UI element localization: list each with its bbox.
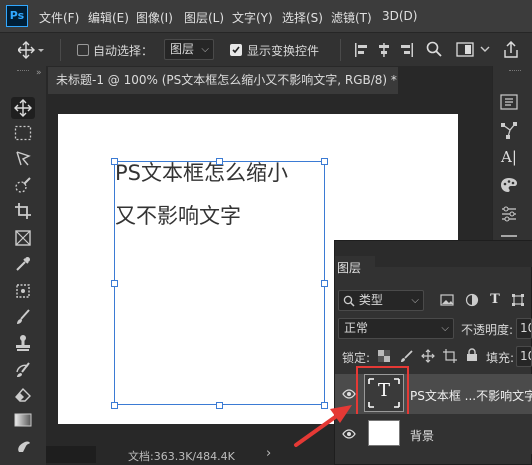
history-panel-icon[interactable] [499, 92, 519, 112]
chevron-down-icon: ⌵ [201, 44, 209, 55]
auto-select-target-dropdown[interactable]: 图层 ⌵ [164, 39, 214, 60]
paths-panel-icon[interactable] [499, 120, 519, 140]
annotation-arrow [294, 405, 352, 447]
menu-filter[interactable]: 滤镜(T) [331, 9, 372, 26]
align-left-edges-icon[interactable] [354, 42, 368, 58]
lock-position-icon[interactable] [421, 349, 435, 363]
auto-select-label: 自动选择： [93, 44, 154, 58]
transform-handle-top-left[interactable] [111, 158, 118, 165]
layer-name-background[interactable]: 背景 [410, 427, 434, 444]
zoom-field[interactable] [46, 446, 96, 463]
background-layer-thumbnail [368, 420, 400, 446]
lock-artboard-icon[interactable] [443, 349, 457, 363]
layers-tab[interactable]: 图层 [337, 259, 361, 276]
lock-label: 锁定: [342, 351, 371, 365]
chevron-down-icon: ⌵ [441, 323, 449, 334]
status-menu-arrow[interactable]: › [266, 446, 271, 461]
gradient-icon[interactable] [11, 409, 35, 431]
align-horizontal-centers-icon[interactable] [377, 42, 391, 58]
healing-brush-icon[interactable] [11, 280, 35, 302]
character-panel-icon[interactable]: A| [499, 147, 519, 167]
filter-shape-layer-icon[interactable] [511, 293, 525, 307]
transform-handle-bottom-left[interactable] [111, 402, 118, 409]
fill-value: 10 [520, 349, 531, 363]
eyedropper-icon[interactable] [11, 253, 35, 275]
auto-select-target-value: 图层 [170, 42, 195, 56]
show-transform-label: 显示变换控件 [247, 44, 320, 58]
opacity-input[interactable]: 10 [516, 318, 532, 339]
fill-input[interactable]: 10 [516, 346, 532, 367]
search-icon [343, 295, 355, 307]
move-tool-preset-icon[interactable] [18, 40, 44, 60]
photoshop-logo: Ps [6, 5, 28, 27]
blend-mode-dropdown[interactable]: 正常 ⌵ [338, 318, 454, 339]
filter-type-layer-icon[interactable]: T [488, 292, 502, 307]
filter-pixel-layer-icon[interactable] [440, 293, 454, 307]
crop-icon[interactable] [11, 200, 35, 222]
menu-file[interactable]: 文件(F) [39, 9, 79, 26]
smudge-icon[interactable] [11, 434, 35, 456]
chevron-down-icon[interactable] [480, 46, 490, 53]
move-tool-icon[interactable] [11, 97, 35, 119]
collapse-icon[interactable]: » [36, 68, 42, 78]
menu-bar: Ps 文件(F) 编辑(E) 图像(I) 图层(L) 文字(Y) 选择(S) 滤… [0, 0, 532, 32]
lock-image-pixels-icon[interactable] [399, 349, 413, 363]
transform-handle-bottom-center[interactable] [216, 402, 223, 409]
document-tab[interactable]: 未标题-1 @ 100% (PS文本框怎么缩小又不影响文字, RGB/8) * … [48, 67, 398, 94]
marquee-icon[interactable] [11, 122, 35, 144]
menu-layer[interactable]: 图层(L) [184, 9, 224, 26]
filter-adjustment-layer-icon[interactable] [465, 293, 479, 307]
transform-handle-top-right[interactable] [321, 158, 328, 165]
document-size-info: 文档:363.3K/484.4K [128, 450, 235, 463]
panel-grip [509, 70, 521, 72]
menu-type[interactable]: 文字(Y) [232, 9, 273, 26]
opacity-value: 10 [520, 321, 531, 335]
text-bounding-box[interactable] [114, 161, 325, 405]
show-transform-checkbox[interactable] [230, 44, 242, 56]
adjustments-panel-icon[interactable] [499, 204, 519, 224]
options-bar: 自动选择： 图层 ⌵ 显示变换控件 [0, 32, 532, 66]
history-brush-icon[interactable] [11, 358, 35, 380]
chevron-down-icon: ⌵ [411, 295, 419, 306]
lasso-icon[interactable] [11, 147, 35, 169]
share-icon[interactable] [503, 41, 519, 59]
opacity-label: 不透明度: [461, 323, 514, 337]
separator [60, 39, 61, 61]
layer-filter-kind: 类型 [358, 293, 383, 307]
align-right-edges-icon[interactable] [400, 42, 414, 58]
fill-label: 填充: [486, 351, 515, 365]
panel-grip [17, 70, 29, 72]
transform-handle-middle-right[interactable] [321, 280, 328, 287]
frame-icon[interactable] [11, 227, 35, 249]
quick-select-icon[interactable] [11, 174, 35, 196]
layer-name-text[interactable]: PS文本框 ...不影响文字 [410, 387, 532, 404]
auto-select-checkbox[interactable] [77, 44, 89, 56]
menu-image[interactable]: 图像(I) [136, 9, 173, 26]
layer-filter-dropdown[interactable]: 类型 ⌵ [338, 290, 424, 311]
lock-transparent-pixels-icon[interactable] [377, 349, 391, 363]
lock-all-icon[interactable] [465, 348, 479, 362]
separator [340, 39, 341, 61]
search-icon[interactable] [426, 41, 442, 57]
eraser-icon[interactable] [11, 383, 35, 405]
menu-select[interactable]: 选择(S) [282, 9, 323, 26]
clone-stamp-icon[interactable] [11, 332, 35, 354]
document-tab-title: 未标题-1 @ 100% (PS文本框怎么缩小又不影响文字, RGB/8) * [56, 73, 397, 87]
transform-handle-top-center[interactable] [216, 158, 223, 165]
brush-icon[interactable] [11, 306, 35, 328]
color-panel-icon[interactable] [499, 175, 519, 195]
menu-3d[interactable]: 3D(D) [382, 9, 417, 23]
blend-mode-value: 正常 [344, 321, 369, 335]
menu-edit[interactable]: 编辑(E) [88, 9, 129, 26]
workspace-icon[interactable] [456, 42, 474, 57]
transform-handle-middle-left[interactable] [111, 280, 118, 287]
